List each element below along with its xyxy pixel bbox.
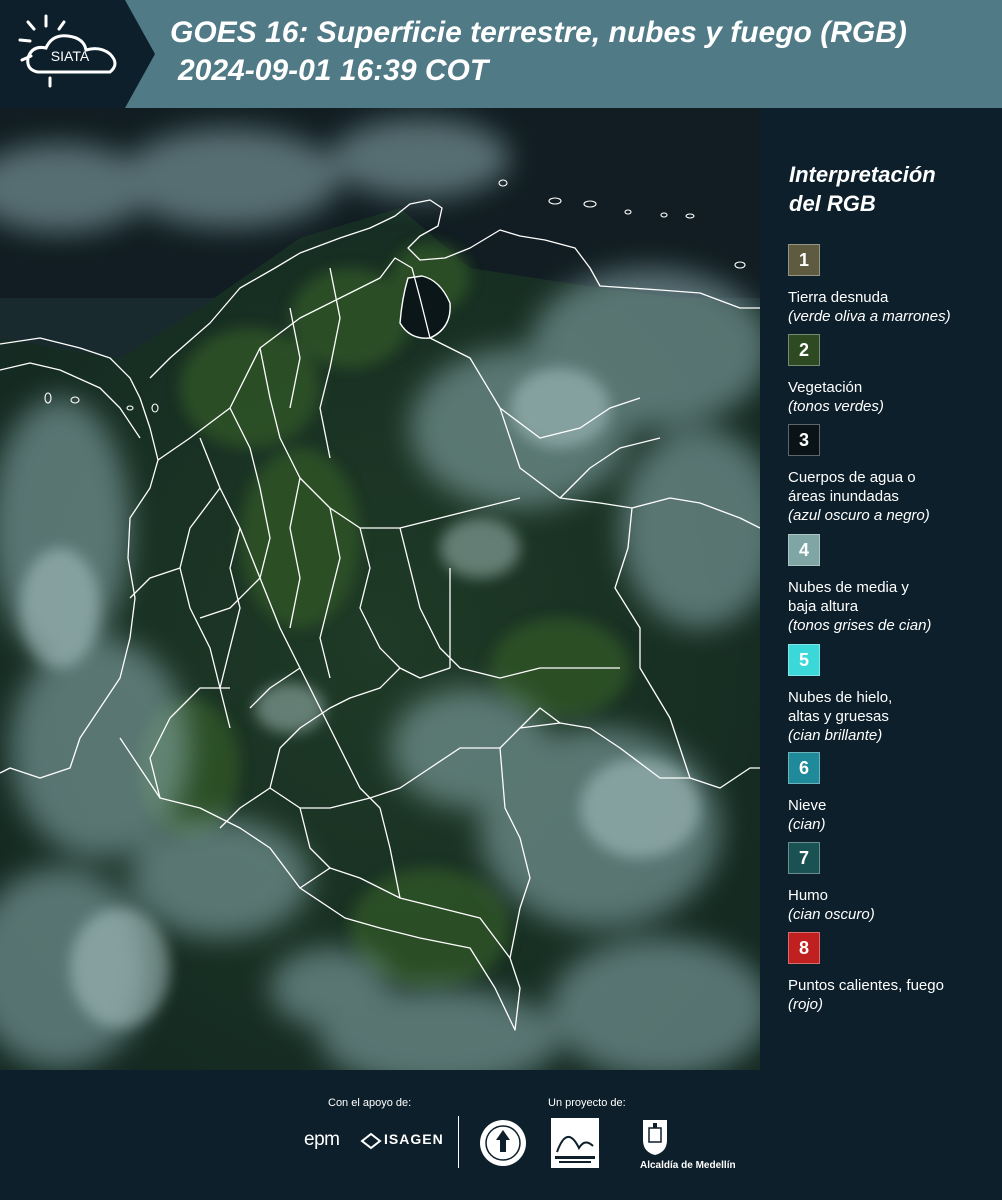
area-metropolitana-logo bbox=[551, 1118, 599, 1168]
legend-item-note: (tonos grises de cian) bbox=[788, 617, 932, 634]
isagen-mark-icon bbox=[360, 1132, 382, 1150]
footer-divider bbox=[458, 1116, 459, 1168]
legend-item-snow: 6 Nieve (cian) bbox=[788, 752, 998, 834]
legend-item-label: Cuerpos de agua o áreas inundadas bbox=[788, 469, 916, 505]
legend-item-note: (cian oscuro) bbox=[788, 906, 875, 923]
medellin-shield-icon bbox=[643, 1120, 667, 1155]
legend-item-label: Nieve bbox=[788, 797, 827, 814]
legend-swatch: 1 bbox=[788, 244, 820, 276]
legend-item-bare-ground: 1 Tierra desnuda (verde oliva a marrones… bbox=[788, 244, 998, 326]
legend-item-note: (verde oliva a marrones) bbox=[788, 308, 951, 325]
legend-item-note: (cian brillante) bbox=[788, 727, 883, 744]
legend-swatch: 5 bbox=[788, 644, 820, 676]
project-caption: Un proyecto de: bbox=[548, 1097, 626, 1109]
legend-item-note: (rojo) bbox=[788, 996, 824, 1013]
alcaldia-logo-text: Alcaldía de Medellín bbox=[640, 1160, 736, 1171]
legend-title: Interpretación del RGB bbox=[789, 162, 936, 216]
legend-item-ice-clouds: 5 Nubes de hielo, altas y gruesas (cian … bbox=[788, 644, 998, 745]
legend-item-note: (tonos verdes) bbox=[788, 398, 884, 415]
legend-item-label: Vegetación bbox=[788, 379, 863, 396]
timestamp: 2024-09-01 16:39 COT bbox=[178, 54, 489, 87]
legend-swatch: 4 bbox=[788, 534, 820, 566]
svg-text:SIATA: SIATA bbox=[51, 48, 90, 64]
legend-item-smoke: 7 Humo (cian oscuro) bbox=[788, 842, 998, 924]
legend-item-water: 3 Cuerpos de agua o áreas inundadas (azu… bbox=[788, 424, 998, 525]
legend-item-vegetation: 2 Vegetación (tonos verdes) bbox=[788, 334, 998, 416]
legend-swatch: 3 bbox=[788, 424, 820, 456]
legend-swatch: 2 bbox=[788, 334, 820, 366]
legend-item-note: (cian) bbox=[788, 816, 826, 833]
legend-item-label: Tierra desnuda bbox=[788, 289, 889, 306]
header-bar: SIATA GOES 16: Superficie terrestre, nub… bbox=[0, 0, 1002, 108]
legend-swatch: 7 bbox=[788, 842, 820, 874]
siata-logo: SIATA bbox=[0, 0, 160, 108]
legend-item-low-clouds: 4 Nubes de media y baja altura (tonos gr… bbox=[788, 534, 998, 635]
legend-item-note: (azul oscuro a negro) bbox=[788, 507, 930, 524]
page-title: GOES 16: Superficie terrestre, nubes y f… bbox=[170, 16, 907, 49]
university-seal bbox=[480, 1120, 526, 1166]
footer: Con el apoyo de: Un proyecto de: epm ISA… bbox=[0, 1070, 1002, 1200]
legend-item-label: Humo bbox=[788, 887, 829, 904]
legend-item-label: Puntos calientes, fuego bbox=[788, 977, 944, 994]
support-caption: Con el apoyo de: bbox=[328, 1097, 412, 1109]
legend-item-label: Nubes de media y baja altura bbox=[788, 579, 909, 615]
legend-item-fire: 8 Puntos calientes, fuego (rojo) bbox=[788, 932, 998, 1014]
legend-item-label: Nubes de hielo, altas y gruesas bbox=[788, 689, 893, 725]
epm-logo: epm bbox=[304, 1129, 340, 1150]
satellite-map bbox=[0, 108, 760, 1070]
legend-panel: Interpretación del RGB 1 Tierra desnuda … bbox=[760, 108, 1002, 1070]
legend-swatch: 8 bbox=[788, 932, 820, 964]
legend-swatch: 6 bbox=[788, 752, 820, 784]
